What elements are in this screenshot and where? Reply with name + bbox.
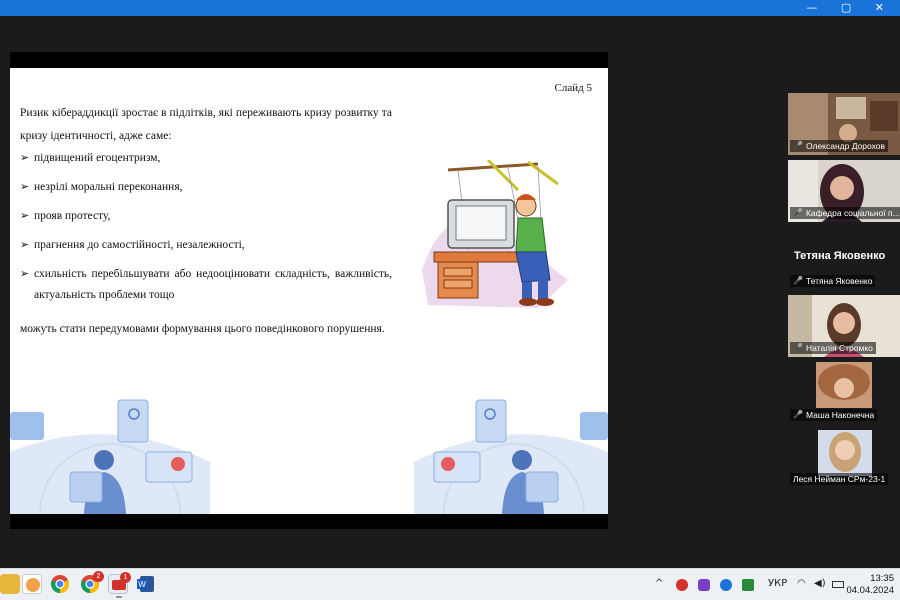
presentation-slide: Слайд 5 Ризик кібераддикції зростає в пі… [10,68,608,514]
mic-muted-icon: 🎤 [793,208,803,217]
notification-badge: 2 [93,571,104,582]
list-item: ➢ підвищений егоцентризм, [20,148,392,169]
arrow-bullet-icon: ➢ [20,239,30,251]
arrow-bullet-icon: ➢ [20,181,30,193]
arrow-bullet-icon: ➢ [20,210,30,222]
participant-name-bar: 🎤 Тетяна Яковенко [790,275,876,287]
participant-name-bar: 🎤 Наталія Стромко [790,342,876,354]
volume-icon[interactable]: ◀) [814,578,826,589]
system-clock[interactable]: 13:35 04.04.2024 [846,573,894,597]
tray-app-icon[interactable] [698,579,710,591]
participant-tile[interactable]: Тетяна Яковенко 🎤 Тетяна Яковенко [788,228,900,290]
taskbar: 2 1 W ^ УКР ◠ ◀) 13:35 04.04.2024 [0,568,900,600]
mic-muted-icon: 🎤 [793,410,803,419]
tray-app-icon[interactable] [676,579,688,591]
slide-number: Слайд 5 [554,82,592,94]
slide-decoration-left [10,399,210,514]
arrow-bullet-icon: ➢ [20,268,30,280]
clock-date: 04.04.2024 [846,585,894,596]
window-controls[interactable]: — ▢ ✕ [806,1,894,14]
participant-tile[interactable]: 🎤 Кафедра соціальної п... [788,160,900,222]
mic-muted-icon: 🎤 [793,343,803,352]
tray-app-icon[interactable] [742,579,754,591]
folder-icon[interactable] [0,574,20,594]
arrow-bullet-icon: ➢ [20,152,30,164]
participant-tile[interactable]: 🎤 Олександр Дорохов [788,93,900,155]
title-bar: — ▢ ✕ [0,0,900,16]
language-indicator[interactable]: УКР [768,578,787,589]
slide-bullet-list: ➢ підвищений егоцентризм, ➢ незрілі мораль… [20,148,392,314]
participant-name-bar: 🎤 Олександр Дорохов [790,140,889,152]
puppet-computer-illustration [422,160,568,308]
participant-name-bar: Леся Нейман СРм-23-1 [790,473,889,485]
list-item: ➢ незрілі моральні переконання, [20,177,392,198]
slide-decoration-right [414,399,608,514]
word-icon[interactable]: W [136,574,156,594]
participant-name-bar: 🎤 Кафедра соціальної п... [790,207,900,219]
running-indicator [116,596,122,598]
participant-name-bar: 🎤 Маша Наконечна [790,409,878,421]
svg-text:W: W [138,580,146,589]
chrome-icon[interactable] [50,574,70,594]
battery-icon[interactable] [832,581,844,588]
zoom-meeting-icon[interactable]: 1 [108,572,131,598]
participant-tile-active-speaker[interactable]: Леся Нейман СРм-23-1 [788,426,900,488]
participant-tile[interactable]: 🎤 Наталія Стромко [788,295,900,357]
mic-muted-icon: 🎤 [793,276,803,285]
clock-time: 13:35 [870,573,894,584]
wifi-icon[interactable]: ◠ [797,578,806,589]
notification-badge: 1 [120,572,131,583]
tray-app-icon[interactable] [720,579,732,591]
mic-muted-icon: 🎤 [793,141,803,150]
list-item: ➢ прагнення до самостійності, незалежност… [20,235,392,256]
participant-display-name: Тетяна Яковенко [794,250,886,262]
slide-intro-text: Ризик кібераддикції зростає в підлітків,… [20,107,392,142]
list-item: ➢ схильність перебільшувати або недооціню… [20,264,392,306]
participant-tile[interactable]: 🎤 Маша Наконечна [788,362,900,424]
chat-app-icon[interactable] [22,574,42,594]
show-hidden-icons-chevron[interactable]: ^ [655,578,663,589]
slide-conclusion-text: можуть стати передумовами формування цьо… [20,323,385,335]
list-item: ➢ прояв протесту, [20,206,392,227]
chrome-profile-icon[interactable]: 2 [80,571,104,594]
